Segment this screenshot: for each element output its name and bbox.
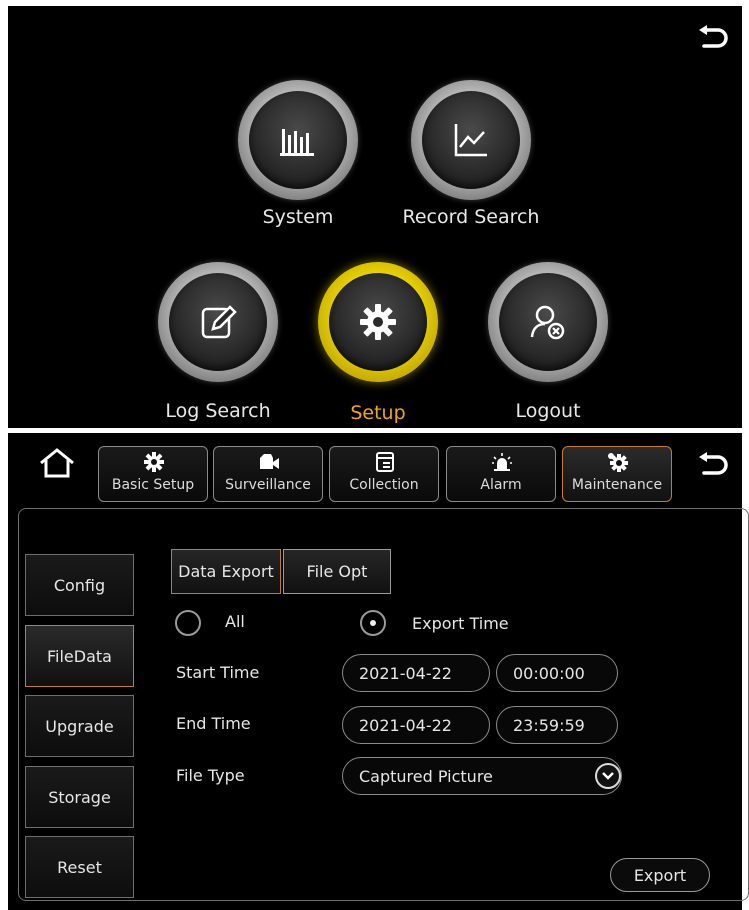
tab-label: Alarm [480,477,522,493]
sidebar-item-upgrade[interactable]: Upgrade [25,695,134,757]
radio-all-label: All [225,612,245,631]
sidebar-item-filedata[interactable]: FileData [25,625,134,687]
camera-icon [260,454,279,469]
logout-label: Logout [515,400,581,422]
sidebar-item-storage[interactable]: Storage [25,766,134,828]
logout-button-face [499,273,597,371]
setup-button-face [329,273,427,371]
tab-surveillance[interactable]: Surveillance [213,446,323,502]
file-type-label: File Type [176,766,245,785]
start-time-label: Start Time [176,663,260,682]
end-date-field[interactable]: 2021-04-22 [342,706,490,744]
bar-chart-icon [280,129,314,156]
main-menu-panel: System Record Search Log Search Setup Lo… [8,6,742,428]
tab-basic-setup[interactable]: Basic Setup [98,446,208,502]
radio-export-time-label: Export Time [412,614,509,633]
home-icon[interactable] [38,446,76,480]
setup-button[interactable] [318,262,438,382]
export-button[interactable]: Export [610,858,710,892]
line-chart-icon [454,124,487,157]
sidebar-item-config[interactable]: Config [25,554,134,616]
gear-icon [360,304,396,340]
document-icon [376,452,394,472]
record-search-button[interactable] [411,80,531,200]
system-label: System [262,206,334,228]
tab-label: Surveillance [225,477,311,493]
tab-label: Collection [349,477,419,493]
back-icon[interactable] [696,24,730,54]
back-icon[interactable] [696,451,730,481]
subtab-file-opt[interactable]: File Opt [283,549,391,594]
chevron-down-icon[interactable] [595,763,621,789]
file-type-select[interactable]: Captured Picture [342,757,622,795]
setup-panel: Basic Setup Surveillance Collection Alar… [8,433,749,910]
log-search-button-face [169,273,267,371]
logout-button[interactable] [488,262,608,382]
end-time-label: End Time [176,714,251,733]
end-clock-field[interactable]: 23:59:59 [496,706,618,744]
subtab-data-export[interactable]: Data Export [171,549,281,594]
radio-all[interactable] [175,610,201,636]
radio-export-time[interactable] [360,610,386,636]
tab-label: Maintenance [571,477,663,493]
tab-alarm[interactable]: Alarm [446,446,556,502]
record-search-label: Record Search [402,206,540,228]
system-button-face [249,91,347,189]
gear-icon [144,452,164,472]
sidebar-item-reset[interactable]: Reset [25,836,134,898]
maintenance-icon [608,453,628,472]
start-clock-field[interactable]: 00:00:00 [496,654,618,692]
record-search-button-face [422,91,520,189]
edit-icon [201,305,237,339]
log-search-button[interactable] [158,262,278,382]
tab-maintenance[interactable]: Maintenance [562,446,672,502]
tab-label: Basic Setup [111,477,195,493]
tab-collection[interactable]: Collection [329,446,439,502]
chevron-down-shape [602,772,614,780]
logout-user-icon [530,305,565,340]
system-button[interactable] [238,80,358,200]
alarm-icon [492,453,512,471]
start-date-field[interactable]: 2021-04-22 [342,654,490,692]
